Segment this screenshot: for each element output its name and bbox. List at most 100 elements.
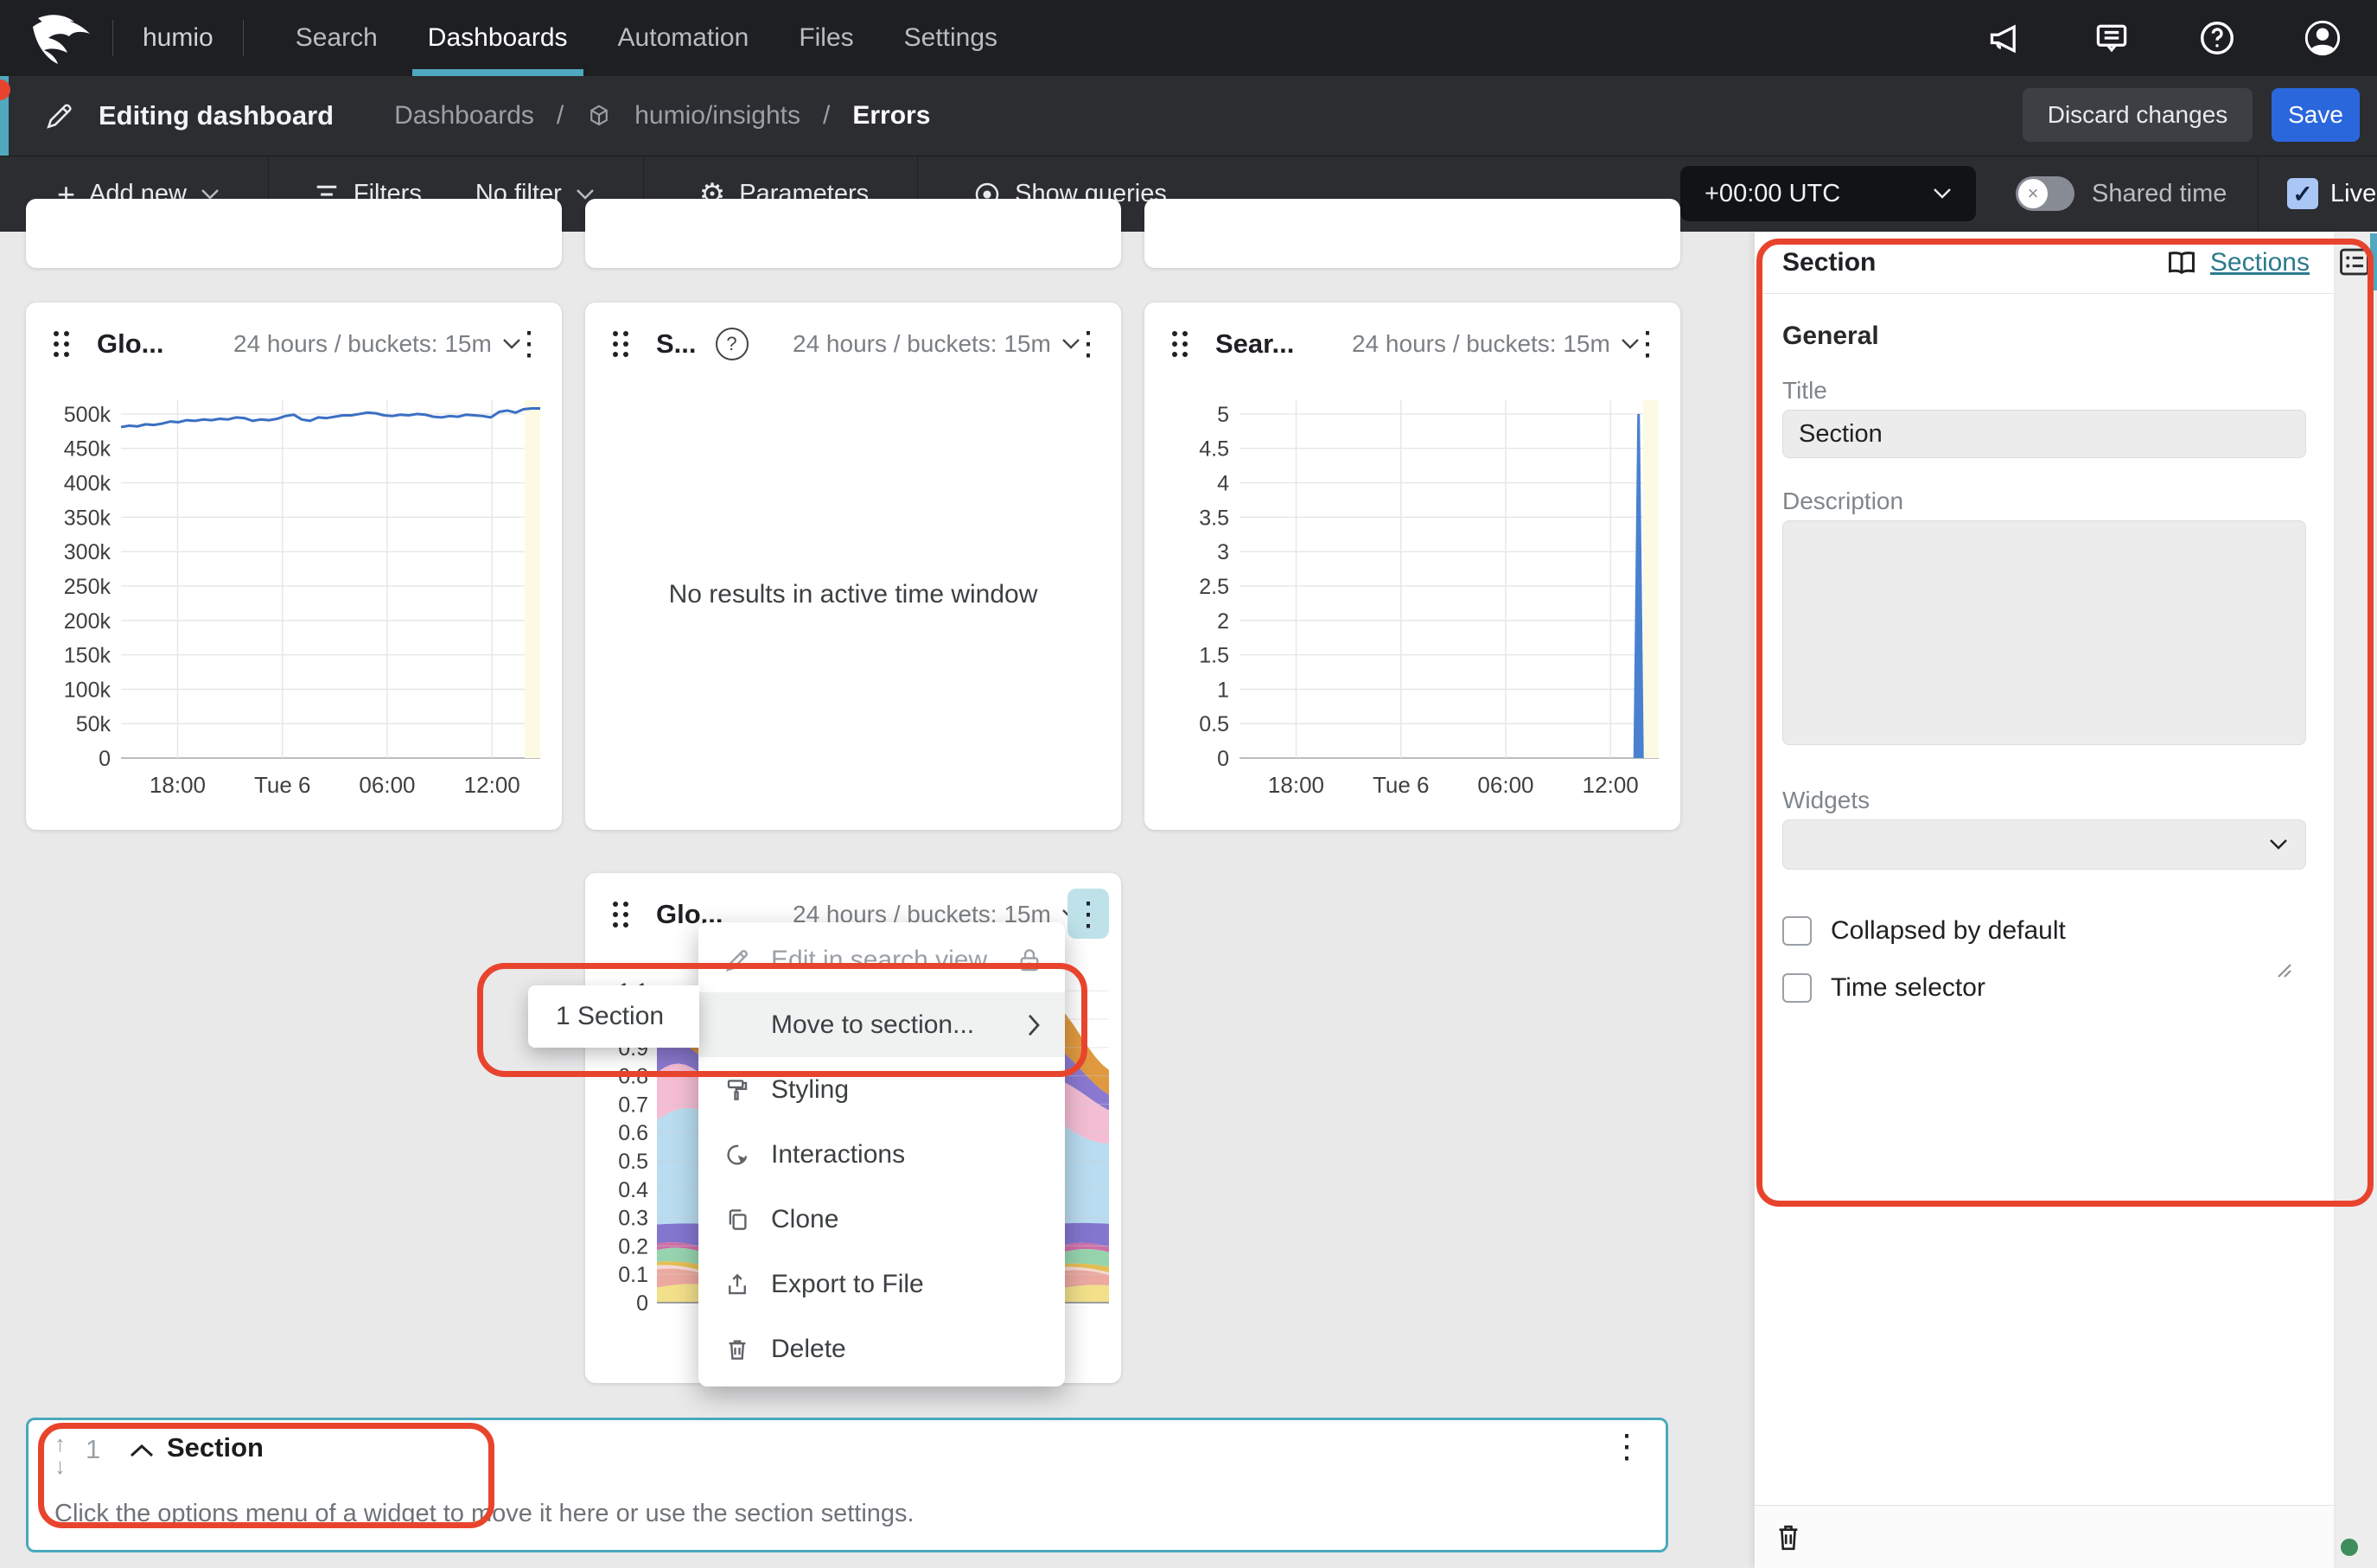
svg-text:250k: 250k xyxy=(64,575,112,599)
widget-options-kebab-icon[interactable]: ⋮ xyxy=(1627,318,1668,368)
svg-text:350k: 350k xyxy=(64,506,112,530)
rail-active-indicator xyxy=(2370,233,2377,290)
widgets-select[interactable] xyxy=(1782,819,2306,870)
shared-time-toggle[interactable]: × xyxy=(2016,176,2074,211)
resize-grip-icon[interactable] xyxy=(2273,959,2292,978)
top-nav: humio Search Dashboards Automation Files… xyxy=(0,0,2377,76)
menu-item-export-to-file[interactable]: Export to File xyxy=(698,1252,1065,1316)
sections-link-label: Sections xyxy=(2210,248,2310,277)
arrow-down-icon[interactable]: ↓ xyxy=(54,1455,66,1477)
bar-chart: 00.511.522.533.544.5518:00Tue 606:0012:0… xyxy=(1153,385,1672,821)
breadcrumb-separator: / xyxy=(823,101,830,131)
widget-time-selector[interactable]: 24 hours / buckets: 15m xyxy=(233,330,521,358)
svg-text:500k: 500k xyxy=(64,403,112,427)
panel-footer xyxy=(1755,1505,2334,1568)
svg-text:0.5: 0.5 xyxy=(618,1150,648,1174)
section-container: ↑ ↓ 1 Section ⋮ Click the options menu o… xyxy=(26,1418,1668,1552)
nav-item-automation[interactable]: Automation xyxy=(602,0,765,76)
live-label: Live xyxy=(2330,176,2376,211)
drag-handle-icon[interactable] xyxy=(1170,328,1189,360)
breadcrumb-dashboards[interactable]: Dashboards xyxy=(394,101,534,131)
menu-item-interactions[interactable]: Interactions xyxy=(698,1122,1065,1187)
discard-changes-button[interactable]: Discard changes xyxy=(2023,88,2253,142)
checkbox-label: Collapsed by default xyxy=(1831,916,2066,946)
general-heading: General xyxy=(1782,322,1879,351)
interactions-icon xyxy=(724,1142,750,1168)
breadcrumb-view[interactable]: humio/insights xyxy=(634,101,800,131)
drag-handle-icon[interactable] xyxy=(611,328,630,360)
empty-result-message: No results in active time window xyxy=(585,386,1121,804)
widget-card-partial xyxy=(1144,199,1680,268)
svg-text:0.2: 0.2 xyxy=(618,1234,648,1259)
widget-card-partial xyxy=(26,199,562,268)
section-order-number: 1 xyxy=(86,1434,100,1465)
live-checkbox[interactable]: ✓ xyxy=(2287,178,2318,209)
widget-card-empty: S... ? 24 hours / buckets: 15m ⋮ No resu… xyxy=(585,303,1121,830)
pencil-icon xyxy=(45,101,74,131)
timezone-selector[interactable]: +00:00 UTC xyxy=(1680,166,1976,221)
widget-time-selector[interactable]: 24 hours / buckets: 15m xyxy=(1352,330,1640,358)
sections-link[interactable]: Sections xyxy=(2165,248,2310,277)
svg-text:0.3: 0.3 xyxy=(618,1207,648,1231)
widget-options-kebab-icon[interactable]: ⋮ xyxy=(508,318,550,368)
menu-item-move-to-section[interactable]: Move to section... xyxy=(698,992,1065,1057)
collapsed-by-default-checkbox-row[interactable]: Collapsed by default xyxy=(1782,916,2066,946)
nav-divider xyxy=(112,20,113,56)
menu-item-label: Delete xyxy=(771,1335,846,1364)
account-icon[interactable] xyxy=(2303,18,2342,58)
status-dot xyxy=(2341,1539,2358,1556)
section-hint-text: Click the options menu of a widget to mo… xyxy=(54,1500,914,1528)
menu-item-styling[interactable]: Styling xyxy=(698,1057,1065,1122)
nav-items: Search Dashboards Automation Files Setti… xyxy=(280,0,1013,76)
svg-text:2: 2 xyxy=(1217,609,1229,634)
save-button[interactable]: Save xyxy=(2272,88,2360,142)
time-selector-checkbox-row[interactable]: Time selector xyxy=(1782,973,1985,1003)
svg-text:0.7: 0.7 xyxy=(618,1093,648,1117)
announcements-icon[interactable] xyxy=(1986,18,2026,58)
drag-handle-icon[interactable] xyxy=(52,328,71,360)
drag-handle-icon[interactable] xyxy=(611,899,630,930)
svg-text:3: 3 xyxy=(1217,540,1229,564)
arrow-up-icon[interactable]: ↑ xyxy=(54,1432,66,1455)
menu-item-clone[interactable]: Clone xyxy=(698,1187,1065,1252)
section-settings-rail-icon[interactable] xyxy=(2338,247,2371,277)
help-icon[interactable] xyxy=(2197,18,2237,58)
section-settings-panel: Section Sections General Title Descripti… xyxy=(1755,232,2334,1568)
time-selection-label: 24 hours / buckets: 15m xyxy=(233,330,492,358)
menu-item-edit-in-search-view[interactable]: Edit in search view xyxy=(698,927,1065,992)
widget-time-selector[interactable]: 24 hours / buckets: 15m xyxy=(793,330,1080,358)
svg-text:06:00: 06:00 xyxy=(359,772,415,798)
nav-item-files[interactable]: Files xyxy=(783,0,869,76)
checkbox[interactable] xyxy=(1782,973,1812,1003)
submenu-item-1-section[interactable]: 1 Section xyxy=(556,1002,664,1031)
svg-text:0: 0 xyxy=(99,747,111,771)
help-circle-icon[interactable]: ? xyxy=(716,328,749,360)
widget-header: Glo... 24 hours / buckets: 15m ⋮ xyxy=(26,303,562,386)
widget-options-kebab-icon[interactable]: ⋮ xyxy=(1067,889,1109,939)
svg-text:0.5: 0.5 xyxy=(1199,712,1229,736)
time-selection-label: 24 hours / buckets: 15m xyxy=(1352,330,1610,358)
falcon-logo-icon[interactable] xyxy=(29,11,97,65)
description-textarea[interactable] xyxy=(1782,520,2306,745)
section-options-kebab-icon[interactable]: ⋮ xyxy=(1610,1427,1643,1466)
move-to-section-submenu: 1 Section xyxy=(528,985,699,1048)
feedback-icon[interactable] xyxy=(2092,18,2132,58)
title-label: Title xyxy=(1782,377,1827,405)
widget-card-line-chart: Glo... 24 hours / buckets: 15m ⋮ 050k100… xyxy=(26,303,562,830)
collapse-chevron-icon[interactable] xyxy=(129,1443,155,1458)
menu-item-label: Styling xyxy=(771,1075,849,1105)
section-reorder-arrows-icon[interactable]: ↑ ↓ xyxy=(54,1432,66,1477)
nav-item-search[interactable]: Search xyxy=(280,0,393,76)
delete-section-trash-icon[interactable] xyxy=(1774,1521,1803,1552)
nav-item-dashboards[interactable]: Dashboards xyxy=(412,0,583,76)
svg-text:1.5: 1.5 xyxy=(1199,644,1229,668)
svg-text:4.5: 4.5 xyxy=(1199,437,1229,462)
title-input[interactable] xyxy=(1782,410,2306,458)
svg-text:100k: 100k xyxy=(64,678,112,702)
menu-item-delete[interactable]: Delete xyxy=(698,1316,1065,1381)
package-icon xyxy=(586,103,612,129)
widget-options-kebab-icon[interactable]: ⋮ xyxy=(1067,318,1109,368)
nav-item-settings[interactable]: Settings xyxy=(889,0,1013,76)
svg-text:150k: 150k xyxy=(64,644,112,668)
checkbox[interactable] xyxy=(1782,916,1812,946)
